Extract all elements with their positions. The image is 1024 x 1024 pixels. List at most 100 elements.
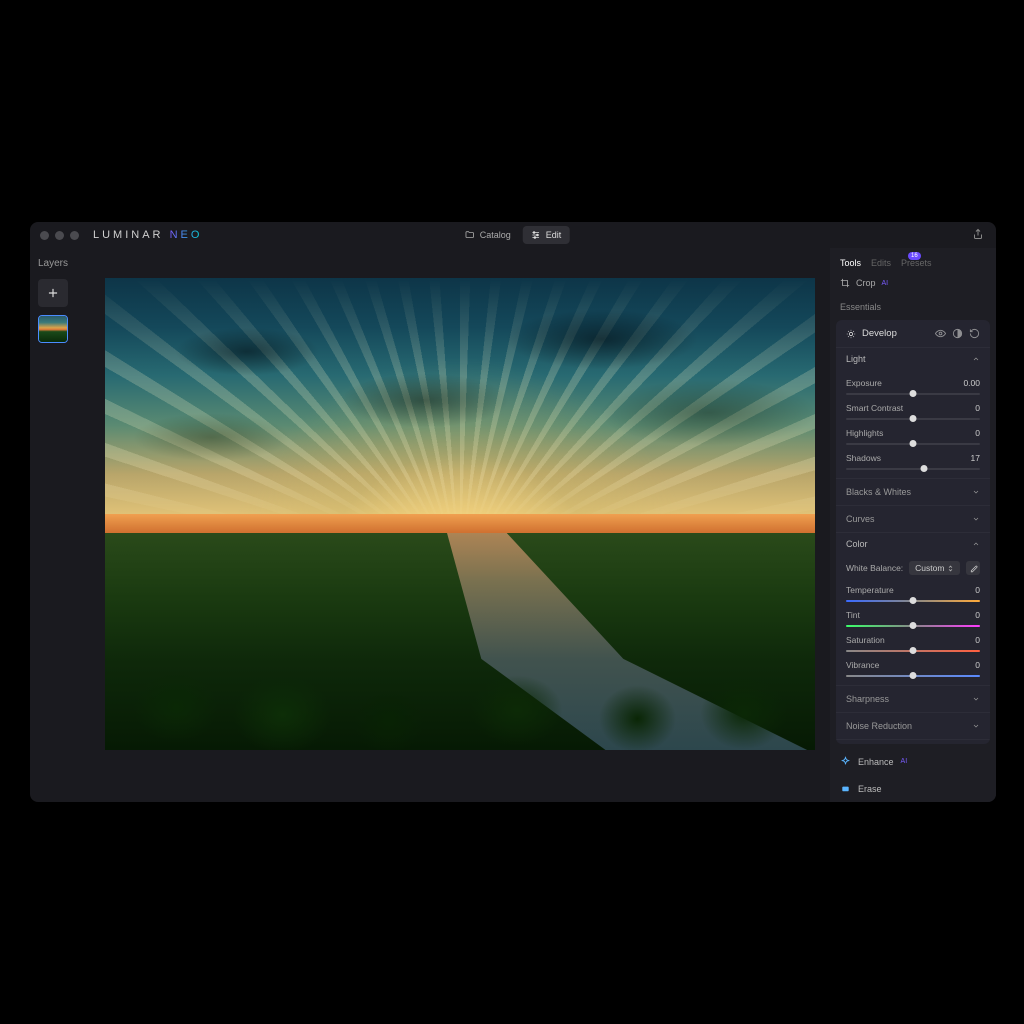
eyedropper-button[interactable]	[966, 561, 980, 575]
chevron-down-icon	[972, 722, 980, 730]
slider-thumb[interactable]	[910, 622, 917, 629]
photo-preview[interactable]	[105, 278, 815, 750]
close-window-icon[interactable]	[40, 231, 49, 240]
logo-text-2: NEO	[170, 229, 203, 241]
folder-icon	[465, 230, 475, 240]
slider-thumb[interactable]	[910, 440, 917, 447]
slider-label: Tint	[846, 610, 860, 620]
maximize-window-icon[interactable]	[70, 231, 79, 240]
color-section[interactable]: Color	[836, 532, 990, 555]
sliders-icon	[531, 230, 541, 240]
sharpness-label: Sharpness	[846, 694, 889, 704]
crop-ai-tag: AI	[882, 280, 889, 287]
chevron-down-icon	[972, 488, 980, 496]
light-section[interactable]: Light	[836, 347, 990, 370]
slider-value: 0	[975, 610, 980, 620]
slider-temperature: Temperature0	[846, 585, 980, 595]
essentials-title: Essentials	[830, 296, 996, 316]
mode-switcher: Catalog Edit	[457, 226, 570, 244]
erase-label: Erase	[858, 784, 882, 794]
slider-thumb[interactable]	[910, 647, 917, 654]
sparkle-icon	[840, 756, 851, 767]
slider-value: 17	[971, 453, 980, 463]
select-arrows-icon	[947, 564, 954, 573]
noise-section[interactable]: Noise Reduction	[836, 712, 990, 739]
eyedropper-icon	[969, 564, 978, 573]
sun-icon	[846, 329, 856, 339]
slider-track[interactable]	[846, 600, 980, 602]
minimize-window-icon[interactable]	[55, 231, 64, 240]
tab-tools[interactable]: Tools	[840, 258, 861, 268]
layer-thumbnail-preview	[39, 316, 67, 342]
catalog-label: Catalog	[480, 230, 511, 240]
slider-thumb[interactable]	[910, 597, 917, 604]
erase-tool[interactable]: Erase	[830, 775, 996, 802]
noise-label: Noise Reduction	[846, 721, 912, 731]
slider-value: 0	[975, 428, 980, 438]
slider-value: 0.00	[963, 378, 980, 388]
crop-tool[interactable]: Crop AI	[830, 274, 996, 296]
layer-thumbnail[interactable]	[38, 315, 68, 343]
share-icon[interactable]	[972, 228, 984, 240]
app-window: LUMINAR NEO Catalog Edit Layers	[30, 222, 996, 802]
layers-title: Layers	[38, 258, 68, 269]
mask-icon[interactable]	[952, 328, 963, 339]
slider-thumb[interactable]	[920, 465, 927, 472]
catalog-button[interactable]: Catalog	[457, 226, 519, 244]
slider-track[interactable]	[846, 675, 980, 677]
canvas-area	[90, 248, 830, 802]
slider-label: Saturation	[846, 635, 885, 645]
slider-shadows: Shadows 17	[846, 453, 980, 463]
slider-thumb[interactable]	[910, 390, 917, 397]
erase-icon	[840, 783, 851, 794]
chevron-down-icon	[972, 515, 980, 523]
slider-track[interactable]	[846, 468, 980, 470]
wb-label: White Balance:	[846, 563, 903, 573]
titlebar: LUMINAR NEO Catalog Edit	[30, 222, 996, 248]
white-balance-row: White Balance: Custom	[836, 555, 990, 577]
edit-label: Edit	[546, 230, 562, 240]
sharpness-section[interactable]: Sharpness	[836, 685, 990, 712]
slider-track[interactable]	[846, 625, 980, 627]
slider-exposure: Exposure0.00	[846, 378, 980, 388]
plus-icon	[46, 286, 60, 300]
window-controls	[40, 231, 79, 240]
slider-thumb[interactable]	[910, 415, 917, 422]
edit-button[interactable]: Edit	[523, 226, 570, 244]
enhance-tool[interactable]: Enhance AI	[830, 748, 996, 775]
develop-header[interactable]: Develop	[836, 320, 990, 347]
light-label: Light	[846, 354, 866, 364]
slider-label: Temperature	[846, 585, 894, 595]
add-layer-button[interactable]	[38, 279, 68, 307]
enhance-ai-tag: AI	[901, 758, 908, 765]
blacks-whites-section[interactable]: Blacks & Whites	[836, 478, 990, 505]
tab-edits[interactable]: Edits	[871, 258, 891, 268]
enhance-label: Enhance	[858, 757, 894, 767]
layers-panel: Layers	[30, 248, 90, 802]
wb-value: Custom	[915, 563, 944, 573]
slider-track[interactable]	[846, 650, 980, 652]
slider-label: Shadows	[846, 453, 881, 463]
right-panel: Tools Edits 16 Presets Crop AI Essential…	[830, 248, 996, 802]
slider-vibrance: Vibrance0	[846, 660, 980, 670]
slider-track[interactable]	[846, 393, 980, 395]
slider-highlights: Highlights0	[846, 428, 980, 438]
optics-section[interactable]: Optics	[836, 739, 990, 744]
curves-label: Curves	[846, 514, 875, 524]
slider-value: 0	[975, 635, 980, 645]
wb-select[interactable]: Custom	[909, 561, 960, 575]
panel-tabs: Tools Edits 16 Presets	[830, 248, 996, 274]
slider-thumb[interactable]	[910, 672, 917, 679]
app-logo: LUMINAR NEO	[93, 229, 202, 241]
chevron-down-icon	[972, 695, 980, 703]
color-label: Color	[846, 539, 868, 549]
crop-label: Crop	[856, 278, 876, 288]
slider-track[interactable]	[846, 418, 980, 420]
reset-icon[interactable]	[969, 328, 980, 339]
slider-track[interactable]	[846, 443, 980, 445]
slider-label: Vibrance	[846, 660, 879, 670]
eye-icon[interactable]	[935, 328, 946, 339]
curves-section[interactable]: Curves	[836, 505, 990, 532]
slider-saturation: Saturation 0	[846, 635, 980, 645]
chevron-up-icon	[972, 540, 980, 548]
